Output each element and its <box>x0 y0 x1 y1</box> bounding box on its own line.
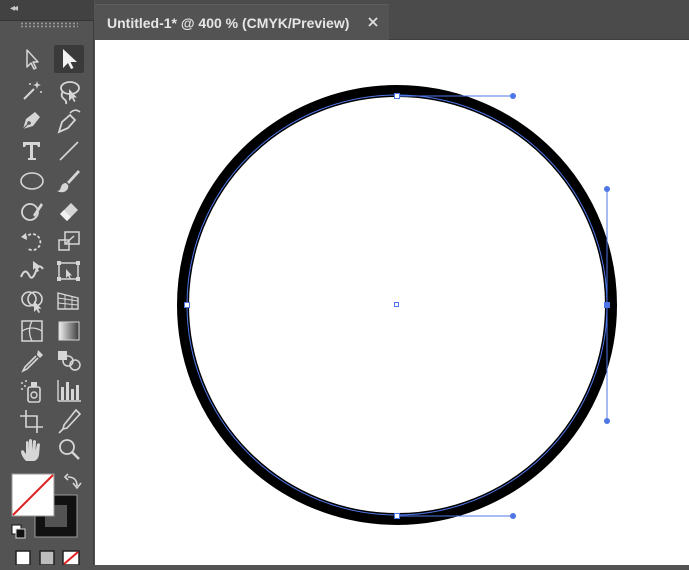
type-tool[interactable] <box>17 137 47 165</box>
column-graph-icon <box>57 380 81 402</box>
zoom-tool[interactable] <box>54 436 84 464</box>
warp-icon <box>20 261 44 279</box>
tools-panel: ◂◂ <box>0 0 94 566</box>
arrow-outline-icon <box>26 49 39 70</box>
magic-wand-tool[interactable] <box>17 77 47 105</box>
pen-icon <box>22 112 40 130</box>
zoom-icon <box>59 439 80 460</box>
panel-grip[interactable] <box>20 22 78 28</box>
right-handle-bottom-point[interactable] <box>604 418 610 424</box>
right-anchor-point[interactable] <box>604 302 610 308</box>
eyedropper-tool[interactable] <box>17 347 47 375</box>
shaper-icon <box>21 203 43 221</box>
paintbrush-tool[interactable] <box>54 167 84 195</box>
shape-builder-tool[interactable] <box>17 287 47 315</box>
gradient-tool[interactable] <box>54 317 84 345</box>
curvature-pen-icon <box>57 109 81 134</box>
hand-tool[interactable] <box>17 436 47 464</box>
fill-stroke-swatches <box>11 473 82 566</box>
left-anchor-point[interactable] <box>184 302 190 308</box>
free-transform-icon <box>57 261 80 281</box>
scale-tool[interactable] <box>54 227 84 255</box>
paintbrush-icon <box>57 170 80 193</box>
lasso-tool[interactable] <box>54 77 84 105</box>
top-handle-point[interactable] <box>510 93 516 99</box>
magic-wand-icon <box>23 81 42 100</box>
ellipse-tool[interactable] <box>17 167 47 195</box>
top-anchor-point[interactable] <box>394 93 400 99</box>
direct-selection-tool[interactable] <box>54 45 84 73</box>
gradient-icon <box>58 321 80 341</box>
type-icon <box>23 142 40 160</box>
column-graph-tool[interactable] <box>54 377 84 405</box>
symbol-sprayer-icon <box>21 380 41 403</box>
right-handle-top-point[interactable] <box>604 186 610 192</box>
eraser-icon <box>60 203 78 221</box>
fill-swatch[interactable] <box>11 473 55 517</box>
artboard-canvas[interactable] <box>95 40 689 565</box>
document-tab-bar: Untitled-1* @ 400 % (CMYK/Preview) <box>95 0 689 41</box>
swap-fill-stroke-icon[interactable] <box>63 473 82 490</box>
line-icon <box>59 141 79 161</box>
document-tab-title: Untitled-1* @ 400 % (CMYK/Preview) <box>107 15 350 31</box>
artwork <box>177 85 617 525</box>
artboard-tool[interactable] <box>17 407 47 435</box>
rotate-tool[interactable] <box>17 227 47 255</box>
eyedropper-icon <box>21 350 43 373</box>
slice-tool[interactable] <box>54 407 84 435</box>
ellipse-icon <box>20 172 44 190</box>
perspective-grid-tool[interactable] <box>54 287 84 315</box>
free-transform-tool[interactable] <box>54 257 84 285</box>
eraser-tool[interactable] <box>54 197 84 225</box>
color-mode-button[interactable] <box>15 550 31 566</box>
curvature-tool[interactable] <box>54 107 84 135</box>
lasso-icon <box>60 81 80 105</box>
document-tab[interactable]: Untitled-1* @ 400 % (CMYK/Preview) <box>95 4 389 41</box>
hand-icon <box>21 439 40 461</box>
shape-builder-icon <box>21 291 43 313</box>
line-segment-tool[interactable] <box>54 137 84 165</box>
collapse-panel-icon[interactable]: ◂◂ <box>10 3 18 15</box>
default-fill-stroke-icon[interactable] <box>11 524 26 539</box>
rotate-icon <box>21 233 42 251</box>
scale-icon <box>58 231 80 251</box>
artboard-icon <box>20 410 43 433</box>
gradient-mode-button[interactable] <box>39 550 55 566</box>
mesh-icon <box>21 320 43 342</box>
mesh-tool[interactable] <box>17 317 47 345</box>
arrow-filled-icon <box>63 49 77 69</box>
tools-panel-header: ◂◂ <box>0 0 94 21</box>
shaper-tool[interactable] <box>17 197 47 225</box>
pen-tool[interactable] <box>17 107 47 135</box>
selection-tool[interactable] <box>17 45 47 73</box>
bottom-handle-point[interactable] <box>510 513 516 519</box>
slice-icon <box>58 408 82 434</box>
perspective-grid-icon <box>57 292 79 310</box>
symbol-sprayer-tool[interactable] <box>17 377 47 405</box>
blend-tool[interactable] <box>54 347 84 375</box>
center-point <box>394 302 399 307</box>
none-mode-button[interactable] <box>62 550 80 566</box>
blend-icon <box>58 351 81 371</box>
warp-tool[interactable] <box>17 257 47 285</box>
close-icon[interactable] <box>367 16 379 28</box>
fill-stroke-controls <box>0 470 94 566</box>
bottom-anchor-point[interactable] <box>394 513 400 519</box>
